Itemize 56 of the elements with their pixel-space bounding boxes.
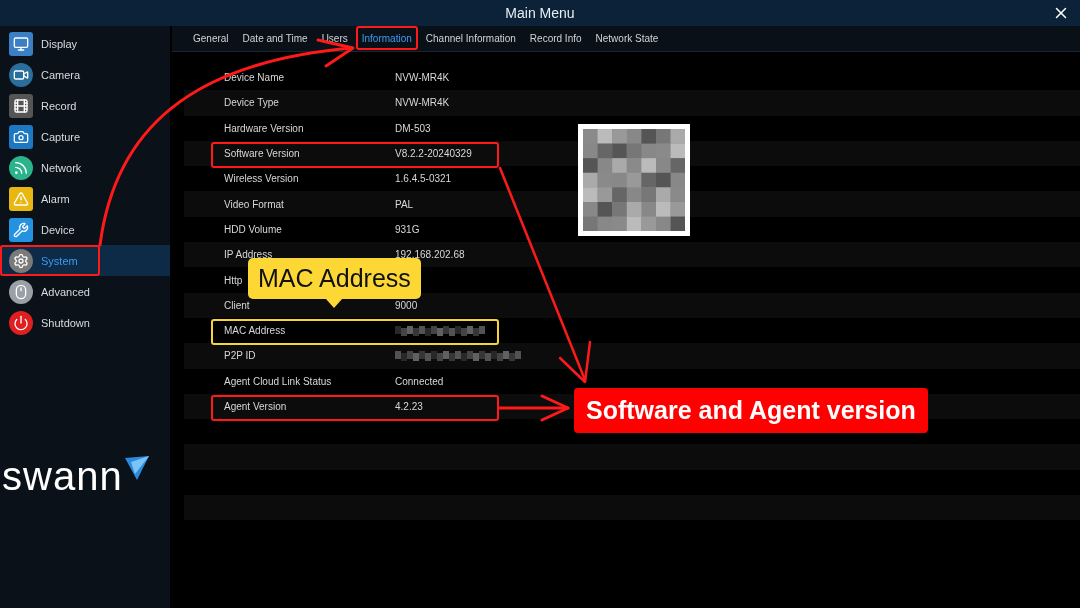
callout: MAC Address: [248, 258, 421, 299]
wrench-icon: [9, 217, 33, 242]
sidebar-item[interactable]: Shutdown: [0, 307, 170, 338]
tab[interactable]: Record Info: [522, 27, 589, 50]
field-value: DM-503: [395, 122, 431, 134]
sidebar-item[interactable]: Camera: [0, 59, 170, 90]
field-label: P2P ID: [224, 350, 256, 362]
tab[interactable]: Date and Time: [235, 27, 315, 50]
camera-icon: [9, 124, 33, 149]
tab[interactable]: Network State: [588, 27, 666, 50]
monitor-icon: [9, 31, 33, 56]
field-label: Agent Cloud Link Status: [224, 375, 332, 387]
wing-icon: [122, 456, 151, 482]
power-icon: [9, 310, 33, 335]
field-label: Client: [224, 299, 250, 311]
tab[interactable]: Information: [354, 27, 419, 50]
field-label: Wireless Version: [224, 173, 299, 185]
callout-pointer: [326, 299, 343, 308]
video-camera-icon: [9, 62, 33, 87]
settings-icon: [9, 248, 33, 273]
field-label: MAC Address: [224, 325, 286, 337]
sidebar-item[interactable]: System: [0, 245, 170, 276]
field-value: 4.2.23: [395, 401, 423, 412]
sidebar-item[interactable]: Display: [0, 28, 170, 59]
field-label: Hardware Version: [224, 122, 304, 134]
sidebar-item[interactable]: Advanced: [0, 276, 170, 307]
warning-icon: [9, 186, 33, 211]
field-value: 1.6.4.5-0321: [395, 173, 452, 185]
field-value: NVW-MR4K: [395, 72, 450, 84]
sidebar-item[interactable]: Alarm: [0, 183, 170, 214]
field-value: PAL: [395, 198, 414, 210]
field-value: V8.2.2-20240329: [395, 148, 472, 160]
signal-icon: [9, 155, 33, 180]
film-icon: [9, 93, 33, 118]
field-label: IP Address: [224, 249, 273, 261]
mouse-icon: [9, 279, 33, 304]
field-value: NVW-MR4K: [395, 97, 450, 109]
tab[interactable]: General: [186, 27, 236, 50]
field-value: 192.168.202.68: [395, 249, 465, 261]
field-value: Connected: [395, 375, 444, 387]
field-label: Device Type: [224, 97, 279, 109]
sidebar-item[interactable]: Device: [0, 214, 170, 245]
field-label: Agent Version: [224, 401, 287, 412]
field-label: HDD Volume: [224, 223, 282, 235]
sidebar-item[interactable]: Network: [0, 152, 170, 183]
field-label: Software Version: [224, 148, 300, 160]
field-value: 931G: [395, 223, 420, 235]
field-value: 9000: [395, 299, 418, 311]
logo-text: swann: [2, 456, 123, 496]
field-label: Video Format: [224, 198, 284, 210]
sidebar-item[interactable]: Capture: [0, 121, 170, 152]
annotation-label: Software and Agent version: [574, 388, 928, 433]
tab[interactable]: Channel Information: [418, 27, 523, 50]
field-label: Http: [224, 274, 243, 286]
sidebar-item[interactable]: Record: [0, 90, 170, 121]
window-title: Main Menu: [505, 5, 575, 21]
